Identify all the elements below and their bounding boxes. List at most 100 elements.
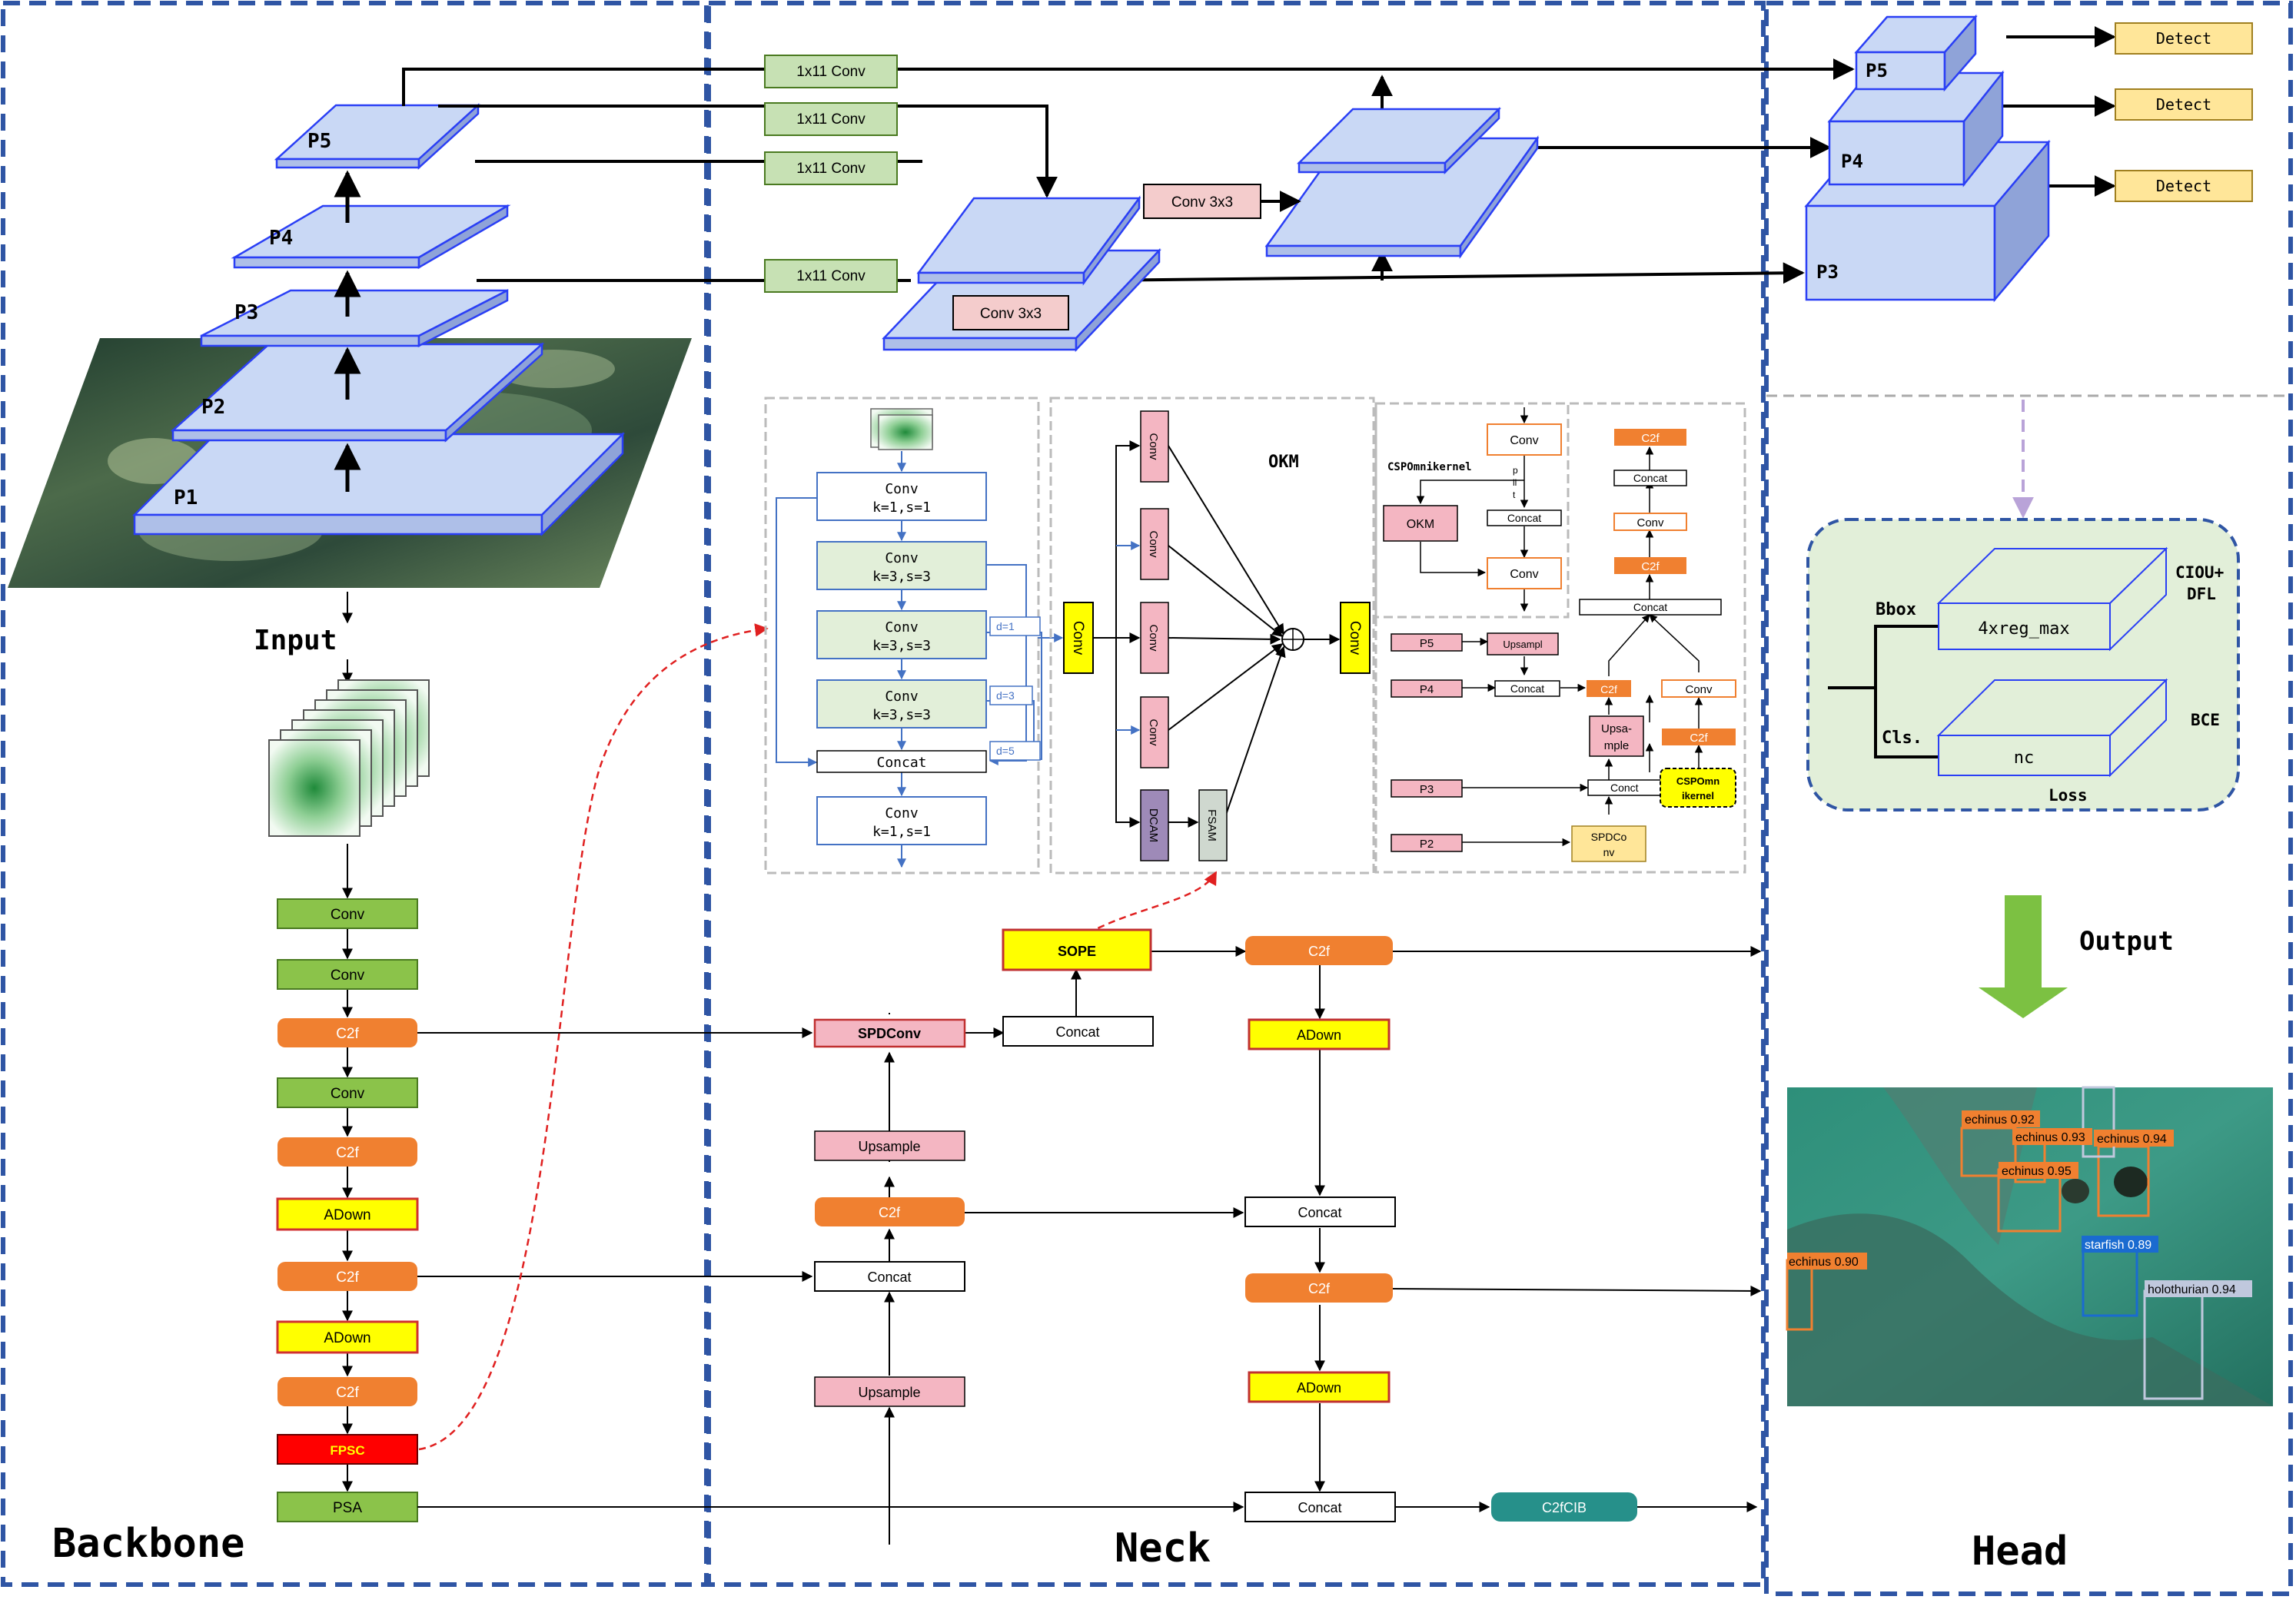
- svg-text:C2f: C2f: [336, 1385, 359, 1401]
- fpsc-conv-1[interactable]: Conv k=1,s=1: [816, 472, 987, 521]
- svg-text:PSA: PSA: [333, 1500, 362, 1516]
- backbone-psa[interactable]: PSA: [277, 1492, 418, 1522]
- okm-fsam[interactable]: FSAM: [1198, 789, 1228, 861]
- csp-conv-bottom[interactable]: Conv: [1487, 557, 1562, 589]
- okm-branch-conv-4[interactable]: Conv: [1140, 696, 1169, 768]
- svg-text:Conv: Conv: [1147, 719, 1160, 746]
- detail-p5[interactable]: P5: [1391, 633, 1463, 652]
- conv1x11-2[interactable]: 1x11 Conv: [764, 102, 898, 136]
- pyramid-label-p4: P4: [269, 227, 293, 250]
- head-label-p3: P3: [1816, 261, 1839, 283]
- neck-spdconv[interactable]: SPDConv: [813, 1018, 966, 1048]
- detail-concat-a[interactable]: Concat: [1494, 680, 1560, 697]
- conv1x11-3[interactable]: 1x11 Conv: [764, 151, 898, 185]
- okm-branch-conv-3[interactable]: Conv: [1140, 602, 1169, 674]
- svg-text:C2f: C2f: [879, 1205, 901, 1220]
- neck-right-adown-2[interactable]: ADown: [1248, 1371, 1391, 1403]
- detail-p4[interactable]: P4: [1391, 679, 1463, 698]
- detail-c2f-b[interactable]: C2f: [1662, 729, 1736, 745]
- svg-text:ADown: ADown: [324, 1207, 370, 1223]
- neck-right-concat-1[interactable]: Concat: [1244, 1196, 1396, 1227]
- detail-concat-top[interactable]: Concat: [1613, 470, 1687, 486]
- detect-box-2[interactable]: Detect: [2115, 88, 2253, 121]
- backbone-conv-3[interactable]: Conv: [277, 1077, 418, 1108]
- backbone-adown-1[interactable]: ADown: [276, 1197, 419, 1231]
- detail-concat-low[interactable]: Concat: [1579, 599, 1722, 616]
- backbone-c2f-4[interactable]: C2f: [277, 1377, 417, 1406]
- svg-text:P2: P2: [1420, 838, 1434, 851]
- backbone-conv-1[interactable]: Conv: [277, 898, 418, 929]
- backbone-c2f-3[interactable]: C2f: [277, 1262, 417, 1291]
- pyramid-label-p5: P5: [307, 130, 331, 153]
- detail-upsampl[interactable]: Upsampl: [1487, 632, 1559, 655]
- fpsc-conv-2[interactable]: Conv k=3,s=3: [816, 541, 987, 590]
- svg-text:Conv: Conv: [885, 550, 918, 566]
- neck-right-adown-1[interactable]: ADown: [1248, 1018, 1391, 1050]
- svg-text:Detect: Detect: [2156, 95, 2211, 114]
- neck-concat-mid[interactable]: Concat: [814, 1261, 965, 1292]
- fpsc-conv-4[interactable]: Conv k=3,s=3: [816, 679, 987, 729]
- svg-text:C2f: C2f: [1641, 432, 1660, 445]
- svg-text:Conv 3x3: Conv 3x3: [1171, 194, 1233, 211]
- loss-bce-label: BCE: [2191, 711, 2220, 729]
- okm-branch-conv-2[interactable]: Conv: [1140, 508, 1169, 580]
- csp-concat[interactable]: Concat: [1487, 509, 1562, 526]
- neck-upsample-1[interactable]: Upsample: [814, 1130, 965, 1161]
- backbone-conv-2[interactable]: Conv: [277, 959, 418, 990]
- fpsc-conv-3[interactable]: Conv k=3,s=3: [816, 610, 987, 659]
- conv3x3-1[interactable]: Conv 3x3: [952, 295, 1069, 330]
- fpsc-conv-5[interactable]: Conv k=1,s=1: [816, 796, 987, 845]
- detection-label-5: echinus 0.90: [1789, 1256, 1859, 1269]
- detection-label-1: echinus 0.92: [1965, 1114, 2035, 1127]
- neck-c2f-mid[interactable]: C2f: [815, 1197, 965, 1226]
- svg-text:C2f: C2f: [1690, 732, 1708, 745]
- backbone-c2f-1[interactable]: C2f: [277, 1018, 417, 1047]
- loss-title: Loss: [2048, 786, 2088, 805]
- svg-text:Conv: Conv: [331, 1086, 365, 1102]
- detail-cspomni[interactable]: CSPOmn ikernel: [1660, 768, 1736, 808]
- okm-conv-out[interactable]: Conv: [1340, 602, 1371, 674]
- backbone-c2f-2[interactable]: C2f: [277, 1137, 417, 1167]
- okm-conv-in[interactable]: Conv: [1063, 602, 1094, 674]
- detail-spdconv[interactable]: SPDCo nv: [1571, 825, 1646, 862]
- svg-text:k=1,s=1: k=1,s=1: [872, 499, 931, 516]
- detail-conv-top[interactable]: Conv: [1613, 513, 1687, 531]
- svg-text:C2f: C2f: [1308, 1281, 1331, 1296]
- neck-c2fcib[interactable]: C2fCIB: [1491, 1492, 1637, 1522]
- detect-box-3[interactable]: Detect: [2115, 170, 2253, 202]
- conv1x11-4[interactable]: 1x11 Conv: [764, 259, 898, 293]
- csp-okm[interactable]: OKM: [1383, 505, 1458, 542]
- svg-text:Conv 3x3: Conv 3x3: [980, 306, 1042, 322]
- neck-upsample-2[interactable]: Upsample: [814, 1376, 965, 1407]
- okm-dcam[interactable]: DCAM: [1140, 789, 1169, 861]
- detail-c2f-mid[interactable]: C2f: [1614, 557, 1686, 574]
- detail-p2[interactable]: P2: [1391, 834, 1463, 852]
- fpsc-concat[interactable]: Concat: [816, 750, 987, 773]
- svg-text:P5: P5: [1420, 637, 1434, 650]
- input-label: Input: [254, 625, 337, 656]
- detail-upsample[interactable]: Upsa- mple: [1589, 715, 1644, 757]
- svg-text:Conv: Conv: [1510, 434, 1538, 447]
- neck-right-c2f-2[interactable]: C2f: [1245, 1273, 1393, 1303]
- neck-concat-top[interactable]: Concat: [1002, 1016, 1154, 1047]
- feature-heatmap-stack: [268, 679, 430, 837]
- detection-label-4: echinus 0.95: [2002, 1165, 2072, 1178]
- detail-conv-b[interactable]: Conv: [1661, 679, 1736, 698]
- conv1x11-1[interactable]: 1x11 Conv: [764, 55, 898, 88]
- backbone-fpsc[interactable]: FPSC: [277, 1434, 418, 1465]
- conv3x3-2[interactable]: Conv 3x3: [1143, 184, 1261, 219]
- neck-right-concat-2[interactable]: Concat: [1244, 1492, 1396, 1522]
- backbone-adown-2[interactable]: ADown: [276, 1320, 419, 1354]
- detail-c2f-top[interactable]: C2f: [1614, 429, 1686, 446]
- neck-right-c2f-1[interactable]: C2f: [1245, 936, 1393, 965]
- detail-p3[interactable]: P3: [1391, 779, 1463, 798]
- csp-conv-top[interactable]: Conv: [1487, 423, 1562, 456]
- svg-text:ADown: ADown: [1297, 1380, 1341, 1396]
- detail-c2f-a[interactable]: C2f: [1587, 680, 1631, 697]
- dilation-d3: d=3: [996, 689, 1015, 702]
- detect-box-1[interactable]: Detect: [2115, 22, 2253, 55]
- neck-sope[interactable]: SOPE: [1002, 928, 1152, 971]
- okm-branch-conv-1[interactable]: Conv: [1140, 410, 1169, 483]
- svg-text:P4: P4: [1420, 683, 1434, 696]
- svg-text:SPDConv: SPDConv: [858, 1026, 921, 1041]
